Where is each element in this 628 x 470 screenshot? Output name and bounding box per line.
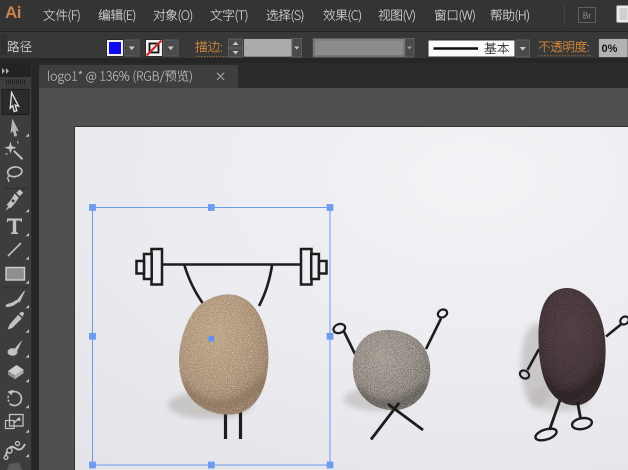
svg-text:Br: Br	[583, 11, 592, 21]
svg-text:0%: 0%	[602, 43, 618, 55]
